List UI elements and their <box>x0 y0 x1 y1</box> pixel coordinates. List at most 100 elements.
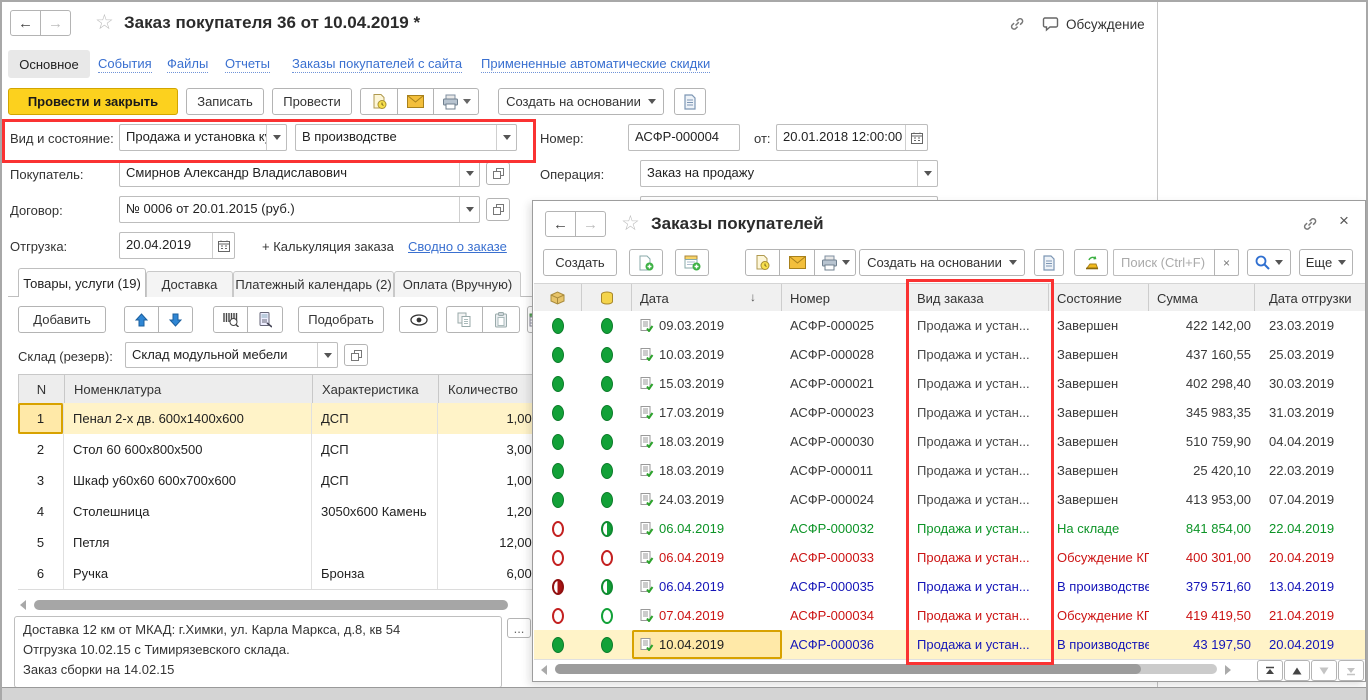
nomenclature-cell[interactable]: Шкаф у60х60 600х700х600 <box>64 465 312 496</box>
items-table-row[interactable]: 3Шкаф у60х60 600х700х600ДСП1,000 <box>18 465 558 497</box>
kind-cell[interactable]: Продажа и устан... <box>909 427 1049 456</box>
date-cell[interactable]: 06.04.2019 <box>632 514 782 543</box>
number-cell[interactable]: АСФР-000028 <box>782 340 909 369</box>
characteristic-cell[interactable] <box>312 527 438 558</box>
payment-status-cell[interactable] <box>582 543 632 572</box>
ship-date-cell[interactable]: 20.04.2019 <box>1255 630 1365 659</box>
popup-reports-doc-button[interactable] <box>1034 249 1064 276</box>
payment-status-cell[interactable] <box>582 485 632 514</box>
payment-status-cell[interactable] <box>582 572 632 601</box>
state-cell[interactable]: В производстве <box>1049 572 1149 601</box>
number-cell[interactable]: АСФР-000021 <box>782 369 909 398</box>
customer-dropdown-button[interactable] <box>459 161 479 186</box>
order-row[interactable]: 10.03.2019АСФР-000028Продажа и устан...З… <box>534 340 1365 370</box>
scroll-down-button[interactable] <box>1311 660 1337 681</box>
popup-create-button[interactable]: Создать <box>543 249 617 276</box>
shipment-status-cell[interactable] <box>534 456 582 485</box>
kind-cell[interactable]: Продажа и устан... <box>909 369 1049 398</box>
payment-status-cell[interactable] <box>582 514 632 543</box>
items-table-row[interactable]: 6РучкаБронза6,000 <box>18 558 558 590</box>
items-table-row[interactable]: 4Столешница3050х600 Камень1,200 <box>18 496 558 528</box>
forward-button[interactable]: → <box>40 10 71 36</box>
shipment-status-cell[interactable] <box>534 485 582 514</box>
ship-date-cell[interactable]: 23.03.2019 <box>1255 311 1365 340</box>
reports-doc-button[interactable] <box>674 88 706 115</box>
copy-rows-button[interactable] <box>446 306 483 333</box>
nomenclature-cell[interactable]: Пенал 2-х дв. 600х1400х600 <box>64 403 312 434</box>
row-number-cell[interactable]: 4 <box>18 496 64 527</box>
payment-status-cell[interactable] <box>582 311 632 340</box>
shipment-status-cell[interactable] <box>534 543 582 572</box>
ship-date-cell[interactable]: 31.03.2019 <box>1255 398 1365 427</box>
ship-date-cell[interactable]: 07.04.2019 <box>1255 485 1365 514</box>
date-cell[interactable]: 24.03.2019 <box>632 485 782 514</box>
move-up-button[interactable] <box>124 306 159 333</box>
shipment-status-cell[interactable] <box>534 340 582 369</box>
view-button[interactable] <box>399 306 438 333</box>
date-cell[interactable]: 06.04.2019 <box>632 543 782 572</box>
state-cell[interactable]: Завершен <box>1049 456 1149 485</box>
payment-status-cell[interactable] <box>582 456 632 485</box>
nomenclature-cell[interactable]: Столешница <box>64 496 312 527</box>
search-input[interactable]: Поиск (Ctrl+F) <box>1113 249 1215 276</box>
shipment-status-cell[interactable] <box>534 369 582 398</box>
popup-posting-doc-button[interactable] <box>745 249 780 276</box>
ship-date-cell[interactable]: 22.04.2019 <box>1255 514 1365 543</box>
date-cell[interactable]: 07.04.2019 <box>632 601 782 630</box>
popup-send-email-button[interactable] <box>779 249 815 276</box>
characteristic-cell[interactable]: ДСП <box>312 434 438 465</box>
search-button[interactable] <box>1247 249 1291 276</box>
state-cell[interactable]: Обсуждение КГ <box>1049 543 1149 572</box>
date-cell[interactable]: 10.04.2019 <box>632 630 782 659</box>
kind-cell[interactable]: Продажа и устан... <box>909 398 1049 427</box>
row-number-cell[interactable]: 1 <box>18 403 64 434</box>
kind-cell[interactable]: Продажа и устан... <box>909 456 1049 485</box>
popup-new-doc-button[interactable] <box>629 249 663 276</box>
payment-status-cell[interactable] <box>582 427 632 456</box>
popup-favorite-star-icon[interactable]: ☆ <box>621 213 640 234</box>
shipping-date-field[interactable]: 20.04.2019 <box>119 232 235 259</box>
sum-cell[interactable]: 402 298,40 <box>1149 369 1255 398</box>
order-row[interactable]: 06.04.2019АСФР-000033Продажа и устан...О… <box>534 543 1365 573</box>
popup-back-button[interactable]: ← <box>545 211 576 237</box>
paste-rows-button[interactable] <box>482 306 520 333</box>
row-number-cell[interactable]: 6 <box>18 558 64 589</box>
shipment-status-cell[interactable] <box>534 601 582 630</box>
kind-dropdown-button[interactable] <box>266 125 286 150</box>
payment-status-cell[interactable] <box>582 398 632 427</box>
number-cell[interactable]: АСФР-000033 <box>782 543 909 572</box>
kind-cell[interactable]: Продажа и устан... <box>909 311 1049 340</box>
sum-cell[interactable]: 437 160,55 <box>1149 340 1255 369</box>
number-cell[interactable]: АСФР-000036 <box>782 630 909 659</box>
number-cell[interactable]: АСФР-000024 <box>782 485 909 514</box>
order-row[interactable]: 18.03.2019АСФР-000030Продажа и устан...З… <box>534 427 1365 457</box>
sum-cell[interactable]: 345 983,35 <box>1149 398 1255 427</box>
barcode-scan-button[interactable] <box>213 306 248 333</box>
items-hscroll-left-arrow[interactable] <box>20 600 26 610</box>
sum-cell[interactable]: 379 571,60 <box>1149 572 1255 601</box>
date-cell[interactable]: 09.03.2019 <box>632 311 782 340</box>
warehouse-open-button[interactable] <box>344 344 368 366</box>
shipment-status-cell[interactable] <box>534 311 582 340</box>
operation-combo[interactable]: Заказ на продажу <box>640 160 938 187</box>
items-table-row[interactable]: 1Пенал 2-х дв. 600х1400х600ДСП1,000 <box>18 403 558 435</box>
order-row[interactable]: 07.04.2019АСФР-000034Продажа и устан...О… <box>534 601 1365 631</box>
customer-open-button[interactable] <box>486 162 510 185</box>
items-hscroll-thumb[interactable] <box>34 600 508 610</box>
popup-notify-button[interactable] <box>1074 249 1108 276</box>
characteristic-cell[interactable]: ДСП <box>312 403 438 434</box>
nomenclature-cell[interactable]: Ручка <box>64 558 312 589</box>
state-cell[interactable]: Завершен <box>1049 398 1149 427</box>
sum-cell[interactable]: 43 197,50 <box>1149 630 1255 659</box>
create-based-on-button[interactable]: Создать на основании <box>498 88 664 115</box>
sum-cell[interactable]: 413 953,00 <box>1149 485 1255 514</box>
back-button[interactable]: ← <box>10 10 41 36</box>
ship-date-cell[interactable]: 21.04.2019 <box>1255 601 1365 630</box>
post-button[interactable]: Провести <box>272 88 352 115</box>
tab-items[interactable]: Товары, услуги (19) <box>18 268 146 297</box>
characteristic-cell[interactable]: 3050х600 Камень <box>312 496 438 527</box>
state-combo[interactable]: В производстве <box>295 124 517 151</box>
shipping-calendar-button[interactable] <box>212 233 234 258</box>
shipment-status-cell[interactable] <box>534 630 582 659</box>
print-button[interactable] <box>433 88 479 115</box>
